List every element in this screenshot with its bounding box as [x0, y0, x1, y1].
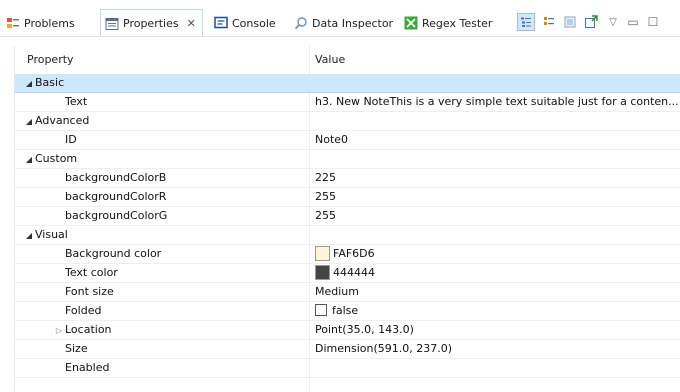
table-row[interactable]: Background color FAF6D6: [15, 245, 680, 264]
color-value-cell[interactable]: 444444: [315, 264, 680, 282]
property-name: Enabled: [65, 361, 110, 374]
category-label: Visual: [35, 228, 68, 241]
tab-console[interactable]: Console: [214, 10, 276, 36]
category-label: Custom: [35, 152, 78, 165]
checkbox-value-cell[interactable]: false: [315, 302, 680, 320]
view-menu-button[interactable]: ▽: [605, 14, 621, 30]
property-name: ID: [65, 133, 77, 146]
tab-properties[interactable]: Properties ✕: [100, 9, 203, 37]
expand-arrow-icon[interactable]: ▷: [53, 322, 65, 339]
property-value[interactable]: 255: [315, 207, 680, 225]
tab-regex-tester-label: Regex Tester: [422, 16, 493, 30]
regex-icon: [404, 16, 418, 30]
property-value: FAF6D6: [333, 247, 375, 260]
minimize-icon: ▭: [627, 15, 639, 29]
maximize-button[interactable]: ☐: [645, 14, 661, 30]
category-label: Basic: [35, 76, 65, 89]
column-header-value[interactable]: Value: [315, 46, 345, 74]
table-row[interactable]: ▷ Location Point(35.0, 143.0): [15, 321, 680, 340]
maximize-icon: ☐: [647, 15, 659, 29]
chevron-down-icon: ▽: [609, 16, 617, 28]
filter-icon: [544, 17, 554, 25]
property-name: backgroundColorG: [65, 209, 168, 222]
category-row-visual[interactable]: ◢ Visual: [15, 226, 680, 245]
table-body: ◢ Basic Text h3. New NoteThis is a very s…: [15, 74, 680, 378]
table-row[interactable]: Enabled: [15, 359, 680, 378]
column-header-property[interactable]: Property: [27, 46, 74, 74]
property-value[interactable]: Medium: [315, 283, 680, 301]
property-name: Text: [65, 95, 88, 108]
color-swatch[interactable]: [315, 245, 330, 261]
table-header: Property Value: [15, 46, 680, 75]
property-value[interactable]: [315, 359, 680, 377]
close-icon[interactable]: ✕: [187, 17, 196, 30]
show-categories-button[interactable]: [517, 13, 535, 31]
property-name: Size: [65, 342, 88, 355]
category-row-custom[interactable]: ◢ Custom: [15, 150, 680, 169]
color-swatch[interactable]: [315, 264, 330, 280]
tab-console-label: Console: [232, 16, 276, 30]
property-name: Text color: [65, 266, 118, 279]
tab-problems[interactable]: Problems: [6, 10, 75, 36]
properties-table[interactable]: Property Value ◢ Basic Text h3. New NoteT…: [14, 46, 680, 392]
table-row[interactable]: Folded false: [15, 302, 680, 321]
table-row[interactable]: Font size Medium: [15, 283, 680, 302]
properties-icon: [105, 17, 119, 31]
category-label: Advanced: [35, 114, 90, 127]
property-name: backgroundColorB: [65, 171, 167, 184]
console-icon: [214, 16, 228, 30]
property-name: Location: [65, 323, 112, 336]
pin-icon: [564, 16, 576, 28]
property-name: Background color: [65, 247, 162, 260]
new-window-icon: [585, 15, 598, 28]
property-value: 444444: [333, 266, 375, 279]
color-value-cell[interactable]: FAF6D6: [315, 245, 680, 263]
table-row[interactable]: backgroundColorG 255: [15, 207, 680, 226]
tab-data-inspector[interactable]: Data Inspector: [294, 10, 393, 36]
property-value[interactable]: 225: [315, 169, 680, 187]
category-row-basic[interactable]: ◢ Basic: [15, 74, 680, 93]
new-view-button[interactable]: [583, 14, 599, 30]
tab-problems-label: Problems: [24, 16, 75, 30]
tab-properties-label: Properties: [123, 17, 179, 30]
table-row[interactable]: Text h3. New NoteThis is a very simple t…: [15, 93, 680, 112]
minimize-button[interactable]: ▭: [625, 14, 641, 30]
category-row-advanced[interactable]: ◢ Advanced: [15, 112, 680, 131]
property-value[interactable]: Note0: [315, 131, 680, 149]
expand-triangle-icon[interactable]: ◢: [23, 113, 35, 130]
property-name: Font size: [65, 285, 114, 298]
categories-icon: [521, 17, 531, 27]
property-name: backgroundColorR: [65, 190, 167, 203]
table-row[interactable]: ID Note0: [15, 131, 680, 150]
view-tab-bar: Problems Properties ✕ Console Data Inspe…: [0, 0, 680, 46]
property-value: false: [332, 304, 359, 317]
show-advanced-button[interactable]: [541, 14, 557, 30]
property-value[interactable]: 255: [315, 188, 680, 206]
table-row[interactable]: backgroundColorR 255: [15, 188, 680, 207]
tab-data-inspector-label: Data Inspector: [312, 16, 394, 30]
table-row[interactable]: backgroundColorB 225: [15, 169, 680, 188]
problems-icon: [6, 16, 20, 30]
property-value[interactable]: Point(35.0, 143.0): [315, 321, 680, 339]
property-name: Folded: [65, 304, 102, 317]
property-value[interactable]: Dimension(591.0, 237.0): [315, 340, 680, 358]
expand-triangle-icon[interactable]: ◢: [23, 75, 35, 92]
folded-checkbox[interactable]: [315, 304, 327, 316]
expand-triangle-icon[interactable]: ◢: [23, 227, 35, 244]
tab-regex-tester[interactable]: Regex Tester: [404, 10, 492, 36]
table-row[interactable]: Size Dimension(591.0, 237.0): [15, 340, 680, 359]
expand-triangle-icon[interactable]: ◢: [23, 151, 35, 168]
search-icon: [294, 16, 308, 30]
table-row[interactable]: Text color 444444: [15, 264, 680, 283]
tab-bar-divider: [0, 36, 680, 37]
property-value[interactable]: h3. New NoteThis is a very simple text s…: [315, 93, 680, 111]
pin-view-button[interactable]: [562, 14, 578, 30]
